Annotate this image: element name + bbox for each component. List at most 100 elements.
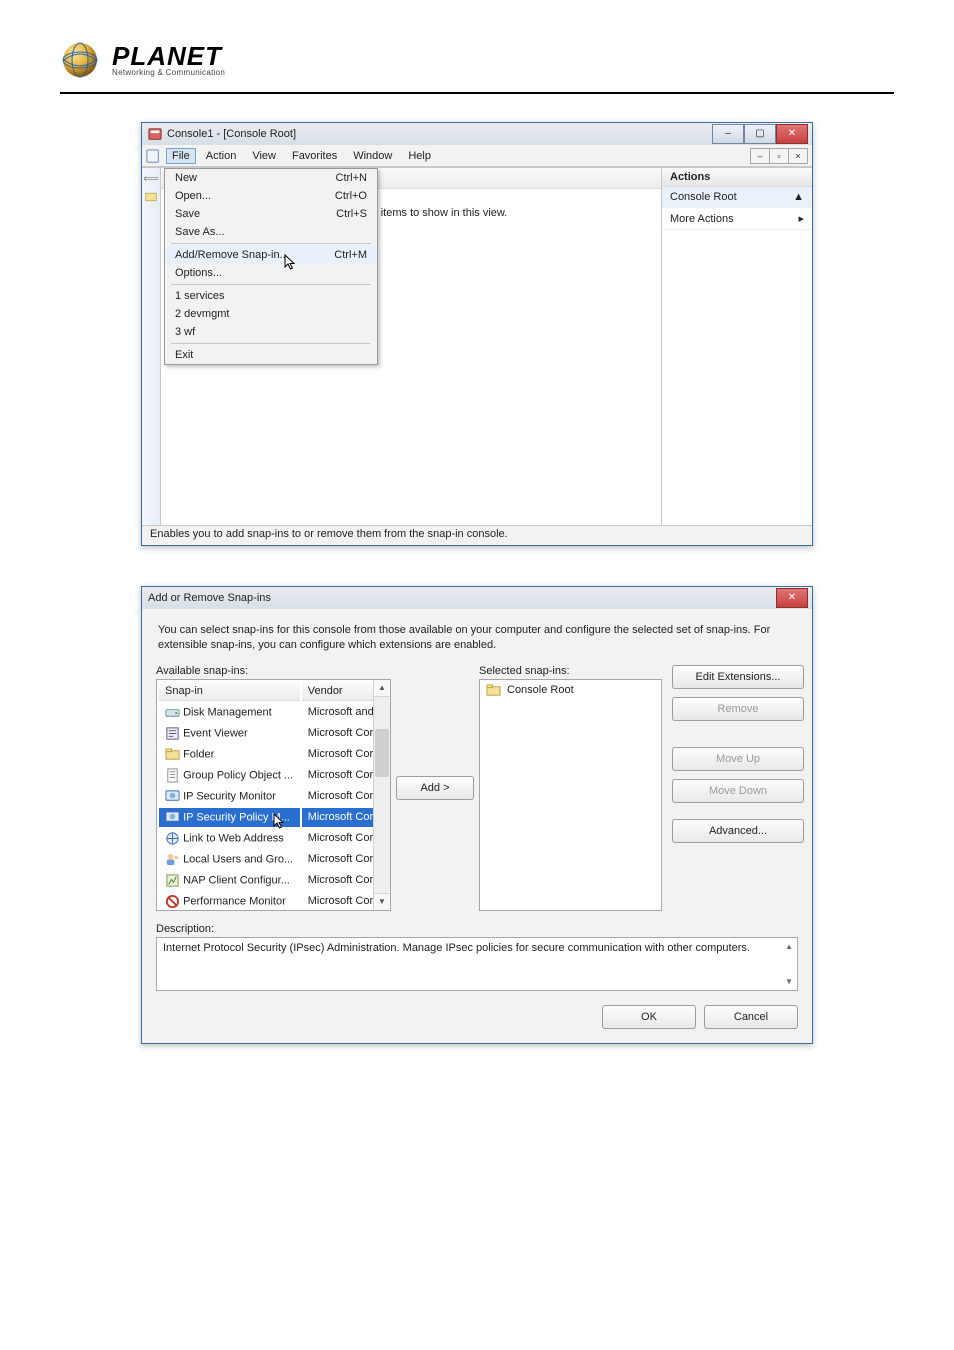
menu-view[interactable]: View [246, 148, 282, 164]
actions-more-label: More Actions [670, 213, 734, 225]
menu-window[interactable]: Window [347, 148, 398, 164]
description-box: Internet Protocol Security (IPsec) Admin… [156, 937, 798, 991]
menu-action[interactable]: Action [200, 148, 243, 164]
snapin-name: Event Viewer [183, 727, 248, 739]
mmc-window: Console1 - [Console Root] – ▢ ✕ File Act… [141, 122, 813, 546]
file-menu-dropdown: NewCtrl+N Open...Ctrl+O SaveCtrl+S Save … [164, 168, 378, 365]
available-row[interactable]: NAP Client Configur...Microsoft Cor... [159, 871, 389, 890]
snapin-icon [165, 831, 180, 846]
maximize-button[interactable]: ▢ [744, 124, 776, 144]
scrollbar[interactable]: ▲ ▼ [373, 680, 390, 910]
selected-root-label: Console Root [507, 684, 574, 696]
edit-extensions-button[interactable]: Edit Extensions... [672, 665, 804, 689]
snapin-name: Local Users and Gro... [183, 853, 293, 865]
available-row[interactable]: Link to Web AddressMicrosoft Cor... [159, 829, 389, 848]
brand-header: PLANET Networking & Communication [60, 40, 894, 80]
file-menu-save[interactable]: SaveCtrl+S [165, 205, 377, 223]
file-menu-exit[interactable]: Exit [165, 346, 377, 364]
file-menu-options[interactable]: Options... [165, 264, 377, 282]
menu-help[interactable]: Help [402, 148, 437, 164]
snapin-icon [165, 768, 180, 783]
available-row[interactable]: Group Policy Object ...Microsoft Cor... [159, 766, 389, 785]
add-button[interactable]: Add > [396, 776, 474, 800]
nav-back-icon[interactable]: ⟸ [143, 172, 159, 185]
brand-name: PLANET [112, 43, 225, 69]
scroll-up-icon: ▲ [785, 942, 793, 951]
mdi-restore-button[interactable]: ▫ [769, 148, 789, 164]
actions-root-label: Console Root [670, 191, 737, 203]
mmc-titlebar[interactable]: Console1 - [Console Root] – ▢ ✕ [142, 123, 812, 145]
actions-console-root[interactable]: Console Root ▲ [662, 187, 812, 208]
snapin-icon [165, 726, 180, 741]
move-up-button[interactable]: Move Up [672, 747, 804, 771]
close-button[interactable]: ✕ [776, 124, 808, 144]
snapin-name: IP Security Monitor [183, 790, 276, 802]
menu-favorites[interactable]: Favorites [286, 148, 343, 164]
dlg-intro: You can select snap-ins for this console… [158, 623, 796, 653]
snapin-name: Link to Web Address [183, 832, 284, 844]
available-label: Available snap-ins: [156, 665, 391, 677]
available-row[interactable]: Disk ManagementMicrosoft and... [159, 703, 389, 722]
file-menu-recent-2[interactable]: 2 devmgmt [165, 305, 377, 323]
description-label: Description: [156, 923, 798, 935]
mdi-minimize-button[interactable]: – [750, 148, 770, 164]
snapin-name: NAP Client Configur... [183, 874, 290, 886]
scroll-down-icon: ▼ [785, 977, 793, 986]
menubar: File Action View Favorites Window Help –… [142, 145, 812, 167]
scroll-thumb[interactable] [375, 729, 389, 777]
dlg-close-button[interactable]: ✕ [776, 588, 808, 608]
mdi-doc-icon [146, 149, 160, 163]
snapin-icon [165, 705, 180, 720]
file-menu-recent-3[interactable]: 3 wf [165, 323, 377, 341]
actions-more-actions[interactable]: More Actions ▸ [662, 208, 812, 230]
mmc-app-icon [148, 127, 162, 141]
snapin-name: Folder [183, 748, 214, 760]
snapins-dialog: Add or Remove Snap-ins ✕ You can select … [141, 586, 813, 1044]
dlg-title: Add or Remove Snap-ins [148, 592, 776, 604]
available-row[interactable]: Local Users and Gro...Microsoft Cor... [159, 850, 389, 869]
available-row[interactable]: IP Security MonitorMicrosoft Cor... [159, 787, 389, 806]
status-text: Enables you to add snap-ins to or remove… [150, 528, 508, 543]
available-row[interactable]: Performance MonitorMicrosoft Cor... [159, 892, 389, 911]
scroll-down-icon[interactable]: ▼ [374, 893, 390, 910]
chevron-right-icon: ▸ [798, 212, 804, 225]
snapin-icon [165, 747, 180, 762]
status-bar: Enables you to add snap-ins to or remove… [142, 525, 812, 545]
file-menu-add-remove-snapin[interactable]: Add/Remove Snap-in...Ctrl+M [165, 246, 377, 264]
selected-snapins-list[interactable]: Console Root [479, 679, 662, 911]
mmc-title: Console1 - [Console Root] [167, 128, 712, 140]
col-snapin[interactable]: Snap-in [165, 685, 203, 697]
file-menu-new[interactable]: NewCtrl+N [165, 169, 377, 187]
nav-back-forward: ⟸ [142, 168, 161, 525]
scroll-up-icon[interactable]: ▲ [374, 680, 390, 697]
ok-button[interactable]: OK [602, 1005, 696, 1029]
mdi-close-button[interactable]: × [788, 148, 808, 164]
file-menu-open[interactable]: Open...Ctrl+O [165, 187, 377, 205]
brand-tagline: Networking & Communication [112, 69, 225, 77]
menu-file[interactable]: File [166, 148, 196, 164]
move-down-button[interactable]: Move Down [672, 779, 804, 803]
available-row[interactable]: FolderMicrosoft Cor... [159, 745, 389, 764]
cancel-button[interactable]: Cancel [704, 1005, 798, 1029]
dlg-titlebar[interactable]: Add or Remove Snap-ins ✕ [142, 587, 812, 609]
snapin-icon [165, 810, 180, 825]
col-vendor[interactable]: Vendor [308, 685, 343, 697]
remove-button[interactable]: Remove [672, 697, 804, 721]
file-menu-recent-1[interactable]: 1 services [165, 287, 377, 305]
snapin-icon [165, 852, 180, 867]
available-row[interactable]: IP Security Policy M...Microsoft Cor... [159, 808, 389, 827]
snapin-name: Group Policy Object ... [183, 769, 293, 781]
file-menu-saveas[interactable]: Save As... [165, 223, 377, 241]
advanced-button[interactable]: Advanced... [672, 819, 804, 843]
available-row[interactable]: Event ViewerMicrosoft Cor... [159, 724, 389, 743]
folder-icon [486, 683, 501, 698]
minimize-button[interactable]: – [712, 124, 744, 144]
actions-pane: Actions Console Root ▲ More Actions ▸ [662, 168, 812, 525]
selected-root-item[interactable]: Console Root [480, 680, 661, 701]
actions-pane-title: Actions [662, 168, 812, 187]
divider [60, 92, 894, 94]
snapin-icon [165, 789, 180, 804]
available-snapins-list[interactable]: Snap-in Vendor ▲ Disk ManagementMicrosoft… [156, 679, 391, 911]
chevron-up-icon: ▲ [793, 191, 804, 203]
snapin-name: IP Security Policy M... [183, 811, 290, 823]
